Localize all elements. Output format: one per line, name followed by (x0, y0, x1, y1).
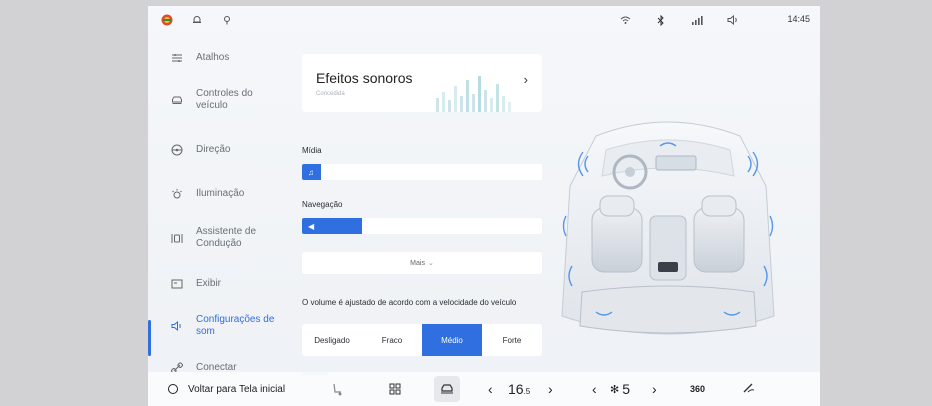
sidebar-item-label: Assistente de Condução (196, 226, 257, 249)
settings-sidebar: Atalhos Controles do veículo Direção Ilu… (148, 46, 288, 376)
sound-effects-subtitle: Concedida (316, 91, 345, 97)
home-label: Voltar para Tela inicial (188, 383, 286, 395)
vehicle-button[interactable] (434, 372, 460, 406)
sidebar-item-label: Controles do veículo (196, 88, 253, 111)
apps-button[interactable] (382, 372, 408, 406)
more-button[interactable]: Mais ⌄ (302, 252, 542, 274)
temp-increase-button[interactable]: › (548, 372, 553, 406)
shortcuts-icon (170, 51, 184, 65)
navigation-slider-fill: ◀ (302, 218, 362, 234)
profile-icon[interactable] (160, 13, 174, 27)
car-icon (170, 93, 184, 107)
fan-value: 5 (622, 381, 631, 397)
home-button[interactable]: Voltar para Tela inicial (168, 372, 285, 406)
wifi-icon (618, 13, 632, 27)
steering-icon (170, 143, 184, 157)
chevron-right-icon: › (523, 72, 528, 87)
clock: 14:45 (787, 14, 810, 24)
camera-360-button[interactable]: 360 (690, 372, 705, 406)
display-icon (170, 277, 184, 291)
driver-assist-icon (170, 231, 184, 245)
car-cabin-illustration (561, 121, 775, 335)
media-label: Mídia (302, 146, 322, 155)
location-icon[interactable] (220, 13, 234, 27)
wiper-icon (742, 382, 756, 397)
sound-effects-card[interactable]: Efeitos sonoros Concedida › (302, 54, 542, 112)
temperature-value: 16 (508, 381, 524, 397)
infotainment-screen: 14:45 Atalhos Controles do veículo Direç… (148, 6, 820, 406)
seat-heat-button[interactable] (324, 372, 350, 406)
temperature-decimal: .5 (523, 386, 531, 396)
apps-grid-icon (382, 376, 408, 402)
option-medio[interactable]: Médio (422, 324, 482, 356)
chevron-left-icon: ‹ (592, 381, 597, 397)
option-forte[interactable]: Forte (482, 324, 542, 356)
sidebar-item-label: Direção (196, 144, 231, 155)
navigation-label: Navegação (302, 200, 343, 209)
more-label: Mais (410, 259, 425, 267)
navigation-volume-slider[interactable]: ◀ (302, 218, 542, 234)
media-volume-slider[interactable]: ♫ (302, 164, 542, 180)
fan-increase-button[interactable]: › (652, 372, 657, 406)
home-icon (168, 384, 178, 394)
speed-volume-note: O volume é ajustado de acordo com a velo… (302, 298, 517, 307)
chevron-down-icon: ⌄ (427, 260, 434, 267)
music-note-icon: ♫ (308, 167, 314, 177)
fan-icon: ✻ (610, 383, 620, 396)
speed-volume-segmented[interactable]: Desligado Fraco Médio Forte (302, 324, 542, 356)
option-desligado[interactable]: Desligado (302, 324, 362, 356)
seat-heat-icon (324, 376, 350, 402)
sidebar-item-label: Configurações de som (196, 314, 275, 337)
camera-360-label: 360 (690, 384, 706, 394)
status-bar: 14:45 (148, 6, 820, 34)
bottom-dock: Voltar para Tela inicial ‹ 16 .5 › ‹ ✻ 5 (148, 372, 820, 406)
navigation-arrow-icon: ◀ (308, 221, 315, 231)
bell-icon[interactable] (190, 13, 204, 27)
option-fraco[interactable]: Fraco (362, 324, 422, 356)
chevron-left-icon: ‹ (488, 381, 493, 397)
signal-icon (690, 13, 704, 27)
sidebar-item-label: Atalhos (196, 52, 230, 63)
sidebar-item-label: Exibir (196, 278, 222, 289)
volume-icon (726, 13, 740, 27)
media-slider-fill: ♫ (302, 164, 321, 180)
temperature-display: 16 .5 (508, 372, 530, 406)
sound-icon (170, 319, 184, 333)
bluetooth-icon (654, 13, 668, 27)
temp-decrease-button[interactable]: ‹ (488, 372, 493, 406)
chevron-right-icon: › (652, 381, 657, 397)
wiper-button[interactable] (742, 372, 756, 406)
equalizer-graphic (436, 76, 511, 112)
sound-effects-title: Efeitos sonoros (316, 70, 413, 86)
fan-display: ✻ 5 (610, 372, 630, 406)
sidebar-item-label: Iluminação (196, 188, 245, 199)
fan-decrease-button[interactable]: ‹ (592, 372, 597, 406)
light-icon (170, 187, 184, 201)
chevron-right-icon: › (548, 381, 553, 397)
car-icon (434, 376, 460, 402)
